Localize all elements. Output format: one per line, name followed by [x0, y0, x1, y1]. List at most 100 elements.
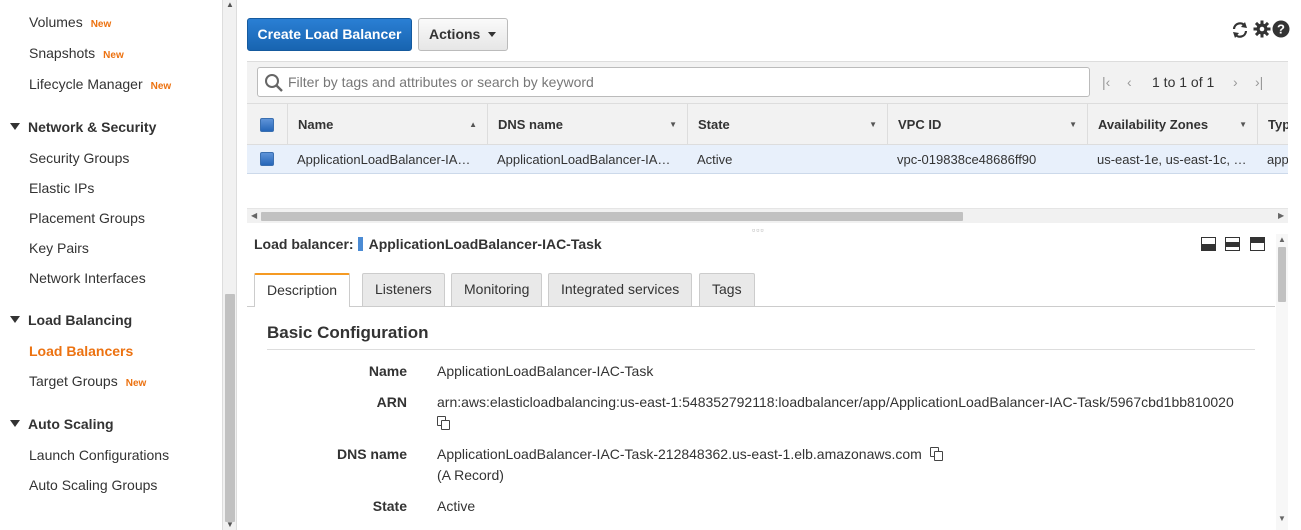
- filter-bar: |‹ ‹ 1 to 1 of 1 › ›|: [247, 61, 1288, 103]
- sidebar-item-network-interfaces[interactable]: Network Interfaces: [29, 270, 146, 286]
- select-all-checkbox[interactable]: [260, 118, 274, 132]
- scroll-left-arrow-icon[interactable]: ◀: [251, 211, 257, 220]
- column-header-vpc-id[interactable]: VPC ID ▼: [887, 104, 1087, 144]
- field-value-state: Active: [437, 498, 476, 514]
- row-checkbox[interactable]: [260, 152, 274, 166]
- prev-page-icon[interactable]: ‹: [1127, 74, 1132, 90]
- cell-availability-zones: us-east-1e, us-east-1c, …: [1097, 152, 1247, 167]
- sort-icon: ▼: [669, 120, 677, 129]
- cell-dns-name: ApplicationLoadBalancer-IA…: [497, 152, 671, 167]
- column-label: Type: [1268, 117, 1288, 132]
- column-header-dns-name[interactable]: DNS name ▼: [487, 104, 687, 144]
- layout-top-panel-icon[interactable]: [1250, 237, 1265, 251]
- tab-listeners[interactable]: Listeners: [362, 273, 445, 306]
- scroll-up-arrow-icon[interactable]: ▲: [1278, 235, 1286, 244]
- sidebar-item-snapshots[interactable]: Snapshots New: [29, 45, 124, 61]
- scroll-right-arrow-icon[interactable]: ▶: [1278, 211, 1284, 220]
- copy-arn-button[interactable]: [437, 415, 450, 431]
- vertical-scroll-thumb[interactable]: [1278, 247, 1286, 302]
- gear-icon[interactable]: [1252, 20, 1272, 40]
- selection-marker: [357, 237, 363, 251]
- column-label: Name: [298, 117, 334, 132]
- tabs-divider: [247, 306, 1275, 307]
- field-value-arn: arn:aws:elasticloadbalancing:us-east-1:5…: [437, 394, 1234, 410]
- scroll-down-arrow-icon[interactable]: ▼: [1278, 514, 1286, 523]
- collapse-triangle-icon: [10, 123, 20, 130]
- create-load-balancer-button[interactable]: Create Load Balancer: [247, 18, 412, 51]
- dns-name-text: ApplicationLoadBalancer-IAC-Task-2128483…: [437, 446, 922, 462]
- field-value-name: ApplicationLoadBalancer-IAC-Task: [437, 363, 654, 379]
- sidebar-item-load-balancers[interactable]: Load Balancers: [29, 343, 133, 359]
- sidebar: Volumes New Snapshots New Lifecycle Manage…: [0, 0, 237, 530]
- section-title: Basic Configuration: [267, 323, 429, 342]
- sidebar-item-label: Volumes: [29, 14, 83, 30]
- field-label-name: Name: [368, 363, 407, 379]
- column-header-state[interactable]: State ▼: [687, 104, 887, 144]
- layout-split-panel-icon[interactable]: [1225, 237, 1240, 251]
- sidebar-item-target-groups[interactable]: Target Groups New: [29, 373, 146, 389]
- first-page-icon[interactable]: |‹: [1102, 74, 1110, 90]
- collapse-triangle-icon: [10, 420, 20, 427]
- column-header-name[interactable]: Name ▲: [287, 104, 487, 144]
- sidebar-section-title: Auto Scaling: [28, 416, 114, 432]
- field-label-arn: ARN: [376, 394, 407, 410]
- sidebar-item-elastic-ips[interactable]: Elastic IPs: [29, 180, 94, 196]
- tab-description[interactable]: Description: [254, 273, 351, 307]
- sidebar-item-security-groups[interactable]: Security Groups: [29, 150, 129, 166]
- sidebar-item-auto-scaling-groups[interactable]: Auto Scaling Groups: [29, 477, 157, 493]
- sidebar-section-load-balancing[interactable]: Load Balancing: [10, 312, 132, 328]
- copy-icon[interactable]: [437, 416, 450, 430]
- refresh-icon[interactable]: [1230, 20, 1250, 40]
- scroll-up-arrow-icon[interactable]: ▲: [226, 0, 234, 9]
- tab-tags[interactable]: Tags: [699, 273, 755, 306]
- column-header-type[interactable]: Type: [1257, 104, 1288, 144]
- sidebar-item-volumes[interactable]: Volumes New: [29, 14, 111, 30]
- copy-icon[interactable]: [929, 447, 943, 461]
- horizontal-scroll-thumb[interactable]: [261, 212, 963, 221]
- sidebar-section-network-security[interactable]: Network & Security: [10, 119, 156, 135]
- pane-splitter-handle[interactable]: ▫▫▫: [752, 225, 765, 235]
- details-title-prefix: Load balancer:: [254, 236, 354, 252]
- last-page-icon[interactable]: ›|: [1255, 74, 1263, 90]
- sidebar-section-auto-scaling[interactable]: Auto Scaling: [10, 416, 114, 432]
- cell-vpc-id: vpc-019838ce48686ff90: [897, 152, 1037, 167]
- sidebar-item-placement-groups[interactable]: Placement Groups: [29, 210, 145, 226]
- column-label: State: [698, 117, 730, 132]
- next-page-icon[interactable]: ›: [1233, 74, 1238, 90]
- sort-icon: ▼: [1239, 120, 1247, 129]
- details-title: Load balancer: ApplicationLoadBalancer-IA…: [254, 236, 602, 252]
- sidebar-item-lifecycle-manager[interactable]: Lifecycle Manager New: [29, 76, 171, 92]
- sidebar-item-label: Target Groups: [29, 373, 118, 389]
- help-icon[interactable]: ?: [1271, 20, 1291, 40]
- column-label: VPC ID: [898, 117, 942, 132]
- scroll-down-arrow-icon[interactable]: ▼: [226, 520, 234, 529]
- actions-dropdown-button[interactable]: Actions: [418, 18, 508, 51]
- details-vertical-scrollbar[interactable]: ▲ ▼: [1276, 234, 1288, 530]
- column-header-availability-zones[interactable]: Availability Zones ▼: [1087, 104, 1257, 144]
- table-header: Name ▲ DNS name ▼ State ▼ VPC ID ▼ Availabil…: [247, 103, 1288, 145]
- column-label: Availability Zones: [1098, 117, 1209, 132]
- sidebar-item-label: Lifecycle Manager: [29, 76, 143, 92]
- new-badge: New: [90, 19, 112, 30]
- svg-text:?: ?: [1277, 22, 1285, 37]
- sort-icon: ▼: [869, 120, 877, 129]
- dns-record-note: (A Record): [437, 467, 504, 483]
- search-box[interactable]: [257, 67, 1090, 97]
- section-divider: [267, 349, 1255, 350]
- tab-monitoring[interactable]: Monitoring: [451, 273, 543, 306]
- search-icon: [264, 73, 284, 96]
- sidebar-item-launch-configurations[interactable]: Launch Configurations: [29, 447, 169, 463]
- tab-integrated-services[interactable]: Integrated services: [548, 273, 693, 306]
- field-label-state: State: [372, 498, 407, 514]
- search-input[interactable]: [288, 68, 1083, 96]
- details-title-name: ApplicationLoadBalancer-IAC-Task: [368, 236, 602, 252]
- chevron-down-icon: [488, 32, 496, 37]
- new-badge: New: [150, 81, 172, 92]
- sort-icon: ▼: [1069, 120, 1077, 129]
- cell-name: ApplicationLoadBalancer-IA…: [297, 152, 471, 167]
- table-row[interactable]: ApplicationLoadBalancer-IA… ApplicationL…: [247, 145, 1288, 174]
- sidebar-item-key-pairs[interactable]: Key Pairs: [29, 240, 89, 256]
- layout-bottom-panel-icon[interactable]: [1201, 237, 1216, 251]
- column-label: DNS name: [498, 117, 564, 132]
- table-horizontal-scrollbar[interactable]: ◀ ▶: [247, 208, 1288, 223]
